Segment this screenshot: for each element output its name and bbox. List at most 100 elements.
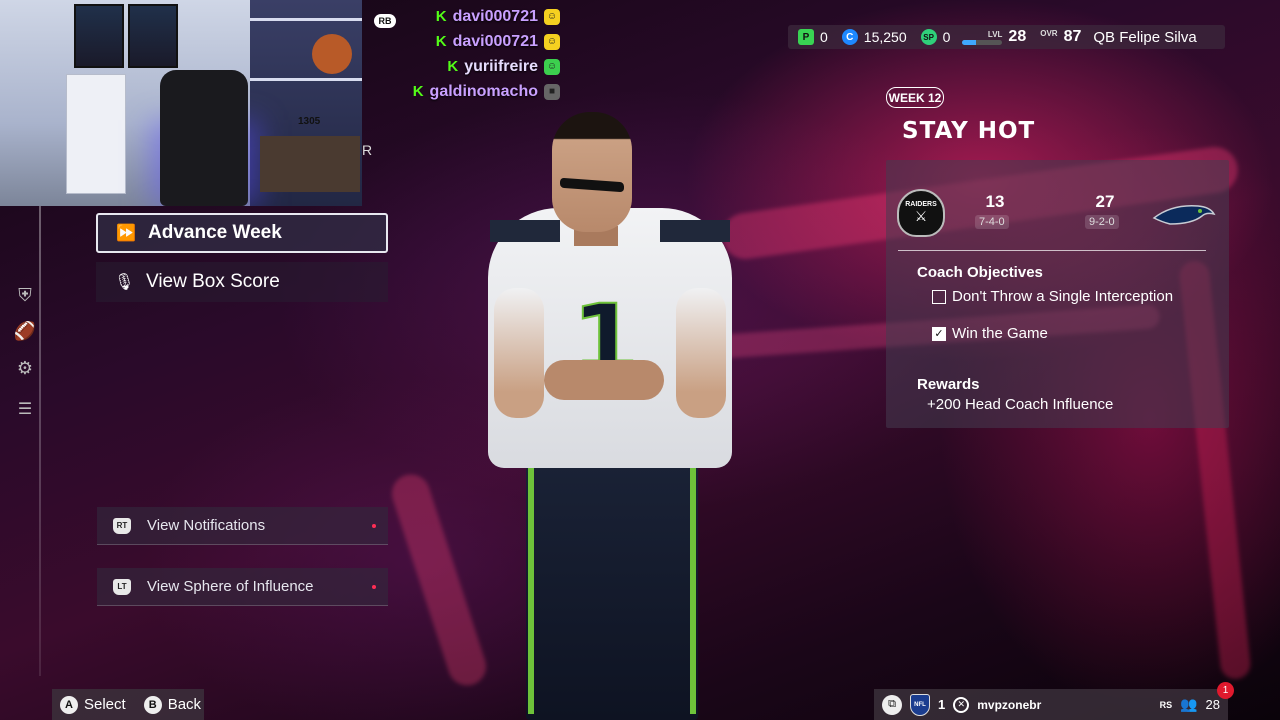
b-button-icon: B xyxy=(143,695,162,714)
coins-value: 15,250 xyxy=(863,29,907,45)
panel-divider xyxy=(898,250,1206,251)
advance-week-label: Advance Week xyxy=(148,222,282,243)
ovr-label: OVR xyxy=(1040,28,1058,38)
checkbox-unchecked-icon xyxy=(932,289,946,304)
emote-icon: ■ xyxy=(544,83,560,100)
chat-row: K yuriifreire ☺ xyxy=(374,54,560,79)
select-hint[interactable]: Select xyxy=(84,696,126,713)
view-box-score-button[interactable]: 🎙 View Box Score xyxy=(96,262,388,302)
raiders-logo-icon: RAIDERS ⚔ xyxy=(896,188,946,238)
points-value: 0 xyxy=(820,29,828,45)
chat-username: galdinomacho xyxy=(429,82,538,100)
cam-label: 1305 xyxy=(298,116,321,127)
team-icon[interactable]: ⛨ xyxy=(12,282,38,308)
rail-line xyxy=(39,206,41,676)
level-label: LVL xyxy=(987,29,1003,39)
seahawks-logo-icon xyxy=(1152,190,1216,240)
chat-username: davi000721 xyxy=(452,32,538,50)
player-arm xyxy=(676,288,726,418)
kick-badge-icon: K xyxy=(447,58,459,75)
week-badge: WEEK 12 xyxy=(886,87,944,108)
xbox-icon: ✕ xyxy=(953,696,970,713)
poster xyxy=(74,4,124,68)
raiders-logo-text: RAIDERS xyxy=(905,201,937,208)
friends-count: 28 xyxy=(1205,697,1220,712)
panel-title: STAY HOT xyxy=(902,118,1036,144)
football-icon[interactable]: 🏈 xyxy=(12,318,38,344)
controller-icon: ⧉ xyxy=(882,694,902,715)
advance-week-button[interactable]: ⏩ Advance Week xyxy=(96,213,388,253)
shelf-line xyxy=(250,78,362,81)
view-sphere-label: View Sphere of Influence xyxy=(147,578,314,595)
crossed-swords-icon: ⚔ xyxy=(914,208,928,224)
kick-badge-icon: K xyxy=(435,8,447,25)
gaming-chair xyxy=(160,70,248,206)
back-hint[interactable]: Back xyxy=(168,696,201,713)
seahawk-shape xyxy=(1152,205,1216,225)
pants-stripe xyxy=(690,464,696,714)
webcam-overlay: 1305 xyxy=(0,0,362,206)
away-record: 9-2-0 xyxy=(1085,215,1119,229)
emote-icon: ☺ xyxy=(544,8,560,25)
pants-stripe xyxy=(528,464,534,714)
level-group: LVL xyxy=(962,29,1003,45)
view-notifications-button[interactable]: RT View Notifications xyxy=(97,507,388,545)
ovr-value: 87 xyxy=(1063,28,1082,45)
jersey-shoulder-stripe xyxy=(490,220,560,242)
friends-icon[interactable]: 👥 xyxy=(1180,696,1197,713)
view-sphere-button[interactable]: LT View Sphere of Influence xyxy=(97,568,388,606)
xp-progress-bar xyxy=(962,39,1003,45)
chat-username: davi000721 xyxy=(452,7,538,25)
currency-bar: P 0 C 15,250 SP 0 LVL 28 OVR 87 QB Felip… xyxy=(788,25,1225,49)
bg-streak xyxy=(386,469,492,691)
player-arm xyxy=(494,288,544,418)
home-score: 13 xyxy=(985,192,1005,211)
points-icon: P xyxy=(798,29,814,45)
rt-trigger-icon: RT xyxy=(113,517,131,534)
menu-icon[interactable]: ☰ xyxy=(12,396,38,422)
shelf-line xyxy=(250,18,362,21)
xp-progress-fill xyxy=(962,39,977,45)
level-value: 28 xyxy=(1008,28,1027,45)
desk xyxy=(260,136,360,192)
objective-item: ✓ Win the Game xyxy=(932,325,1048,342)
rewards-title: Rewards xyxy=(917,376,980,393)
microphone-icon: 🎙 xyxy=(114,274,135,291)
gear-icon[interactable]: ⚙ xyxy=(12,355,38,381)
kick-badge-icon: K xyxy=(435,33,447,50)
kick-badge-icon: K xyxy=(412,83,424,100)
chat-username: yuriifreire xyxy=(464,57,538,75)
stream-chat: K davi000721 ☺ K davi000721 ☺ K yuriifre… xyxy=(374,4,560,104)
matchup-panel: RAIDERS ⚔ 13 7-4-0 27 9-2-0 Coach Objecti… xyxy=(886,160,1229,428)
gamertag: mvpzonebr xyxy=(977,697,1042,712)
player-head xyxy=(552,112,632,232)
raiders-shield: RAIDERS ⚔ xyxy=(897,189,945,237)
away-score: 27 xyxy=(1095,192,1115,211)
skill-points-icon: SP xyxy=(920,29,937,45)
notification-dot xyxy=(372,585,376,589)
coins-icon: C xyxy=(841,29,858,45)
home-record: 7-4-0 xyxy=(975,215,1009,229)
fast-forward-icon: ⏩ xyxy=(116,225,136,242)
player-pants xyxy=(526,460,698,720)
player-name: QB Felipe Silva xyxy=(1093,28,1197,46)
objective-label: Win the Game xyxy=(952,325,1048,342)
view-notifications-label: View Notifications xyxy=(147,517,266,534)
lt-trigger-icon: LT xyxy=(113,578,131,595)
skill-points-value: 0 xyxy=(942,29,951,45)
button-hints: A Select B Back xyxy=(52,689,204,720)
poster xyxy=(128,4,178,68)
chat-row: K galdinomacho ■ xyxy=(374,79,560,104)
view-box-score-label: View Box Score xyxy=(146,271,280,292)
objective-label: Don't Throw a Single Interception xyxy=(952,288,1174,305)
notification-dot xyxy=(372,524,376,528)
objectives-title: Coach Objectives xyxy=(917,264,1043,281)
chat-row: K davi000721 ☺ xyxy=(374,4,560,29)
profile-bar: ⧉ NFL 1 ✕ mvpzonebr RS 👥 28 xyxy=(874,689,1228,720)
checkbox-checked-icon: ✓ xyxy=(932,326,946,341)
jersey-shoulder-stripe xyxy=(660,220,730,242)
chat-row: K davi000721 ☺ xyxy=(374,29,560,54)
emote-icon: ☺ xyxy=(544,33,560,50)
player-model: 1 xyxy=(480,108,740,720)
shoe-cabinet xyxy=(66,74,126,194)
